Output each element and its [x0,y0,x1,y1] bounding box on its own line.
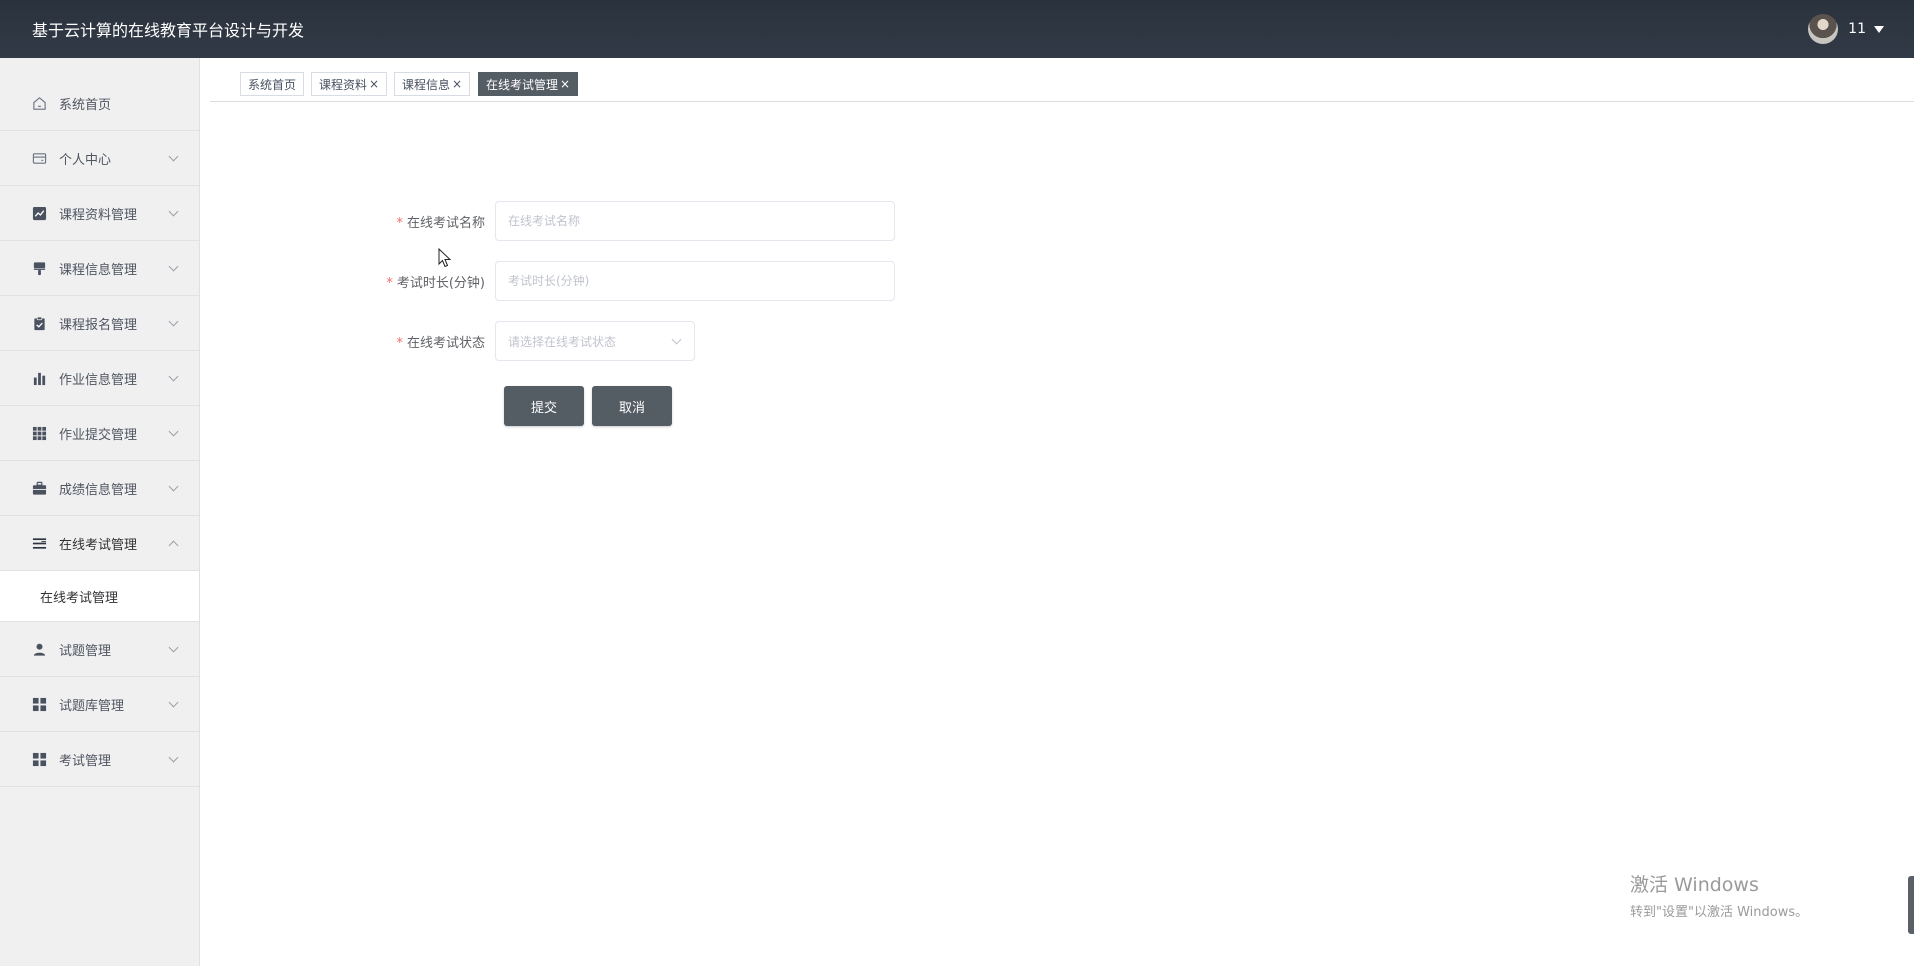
sidebar-item-label: 课程信息管理 [59,262,138,278]
list-icon [31,535,47,551]
top-header: 基于云计算的在线教育平台设计与开发 11 [0,0,1914,58]
cancel-button[interactable]: 取消 [592,386,672,426]
username[interactable]: 11 [1848,21,1866,37]
status-label: * 在线考试状态 [225,332,495,351]
sidebar-item-homework-info[interactable]: 作业信息管理 [0,351,199,406]
mouse-cursor-icon [438,247,452,272]
sidebar-item-label: 作业提交管理 [59,427,138,443]
user-menu[interactable]: 11 [1808,14,1884,44]
chevron-down-icon [168,481,179,492]
briefcase-icon [31,480,47,496]
wallet-icon [31,150,47,166]
chart-line-icon [31,205,47,221]
sidebar-item-label: 系统首页 [59,97,112,113]
app-title: 基于云计算的在线教育平台设计与开发 [32,21,305,40]
sidebar-item-question[interactable]: 试题管理 [0,622,199,677]
form-item-duration: * 考试时长(分钟) [225,261,895,301]
form-item-status: * 在线考试状态 请选择在线考试状态 [225,321,695,361]
sidebar-item-home[interactable]: 系统首页 [0,76,199,131]
caret-down-icon[interactable] [1874,25,1884,33]
exam-name-input[interactable] [495,201,895,241]
tab-online-exam[interactable]: 在线考试管理 × [478,72,579,96]
chevron-down-icon [168,752,179,763]
windows-activation-watermark: 激活 Windows 转到"设置"以激活 Windows。 [1630,870,1808,920]
sidebar-item-online-exam[interactable]: 在线考试管理 [0,516,199,571]
home-icon [31,95,47,111]
apps-icon [31,696,47,712]
sidebar-item-exam[interactable]: 考试管理 [0,732,199,787]
sidebar: 系统首页 个人中心 课程资料管理 课程信息管理 课程报名管理 作业信息管理 作业… [0,58,200,966]
avatar[interactable] [1808,14,1839,44]
chevron-down-icon [168,371,179,382]
required-asterisk: * [396,335,403,351]
chevron-down-icon [168,261,179,272]
chevron-down-icon [168,697,179,708]
sidebar-item-course-enrollment[interactable]: 课程报名管理 [0,296,199,351]
duration-label-text: 考试时长(分钟) [396,275,485,291]
sidebar-item-label: 考试管理 [59,753,112,769]
duration-input[interactable] [495,261,895,301]
chevron-down-icon [671,334,682,345]
user-icon [31,641,47,657]
tab-course-materials[interactable]: 课程资料 × [311,72,388,96]
brush-icon [31,260,47,276]
sidebar-item-label: 个人中心 [59,152,112,168]
clipboard-icon [31,315,47,331]
close-icon[interactable]: × [452,77,462,91]
tab-label: 系统首页 [248,77,297,92]
bar-chart-icon [31,370,47,386]
submenu-item-label: 在线考试管理 [40,590,119,606]
apps-icon [31,751,47,767]
close-icon[interactable]: × [560,77,570,91]
grid-icon [31,425,47,441]
submit-button[interactable]: 提交 [504,386,584,426]
close-icon[interactable]: × [369,77,379,91]
tab-home[interactable]: 系统首页 [240,72,305,96]
status-select-placeholder: 请选择在线考试状态 [508,334,617,349]
required-asterisk: * [386,275,393,291]
scroll-handle[interactable] [1908,876,1914,934]
sidebar-item-label: 课程报名管理 [59,317,138,333]
chevron-up-icon [168,540,179,551]
form-item-exam-name: * 在线考试名称 [225,201,895,241]
duration-label: * 考试时长(分钟) [225,272,495,291]
chevron-down-icon [168,642,179,653]
tab-course-info[interactable]: 课程信息 × [394,72,471,96]
exam-name-label: * 在线考试名称 [225,212,495,231]
chevron-down-icon [168,206,179,217]
tags-view: 系统首页 课程资料 × 课程信息 × 在线考试管理 × [210,58,1914,102]
sidebar-item-label: 在线考试管理 [59,537,138,553]
required-asterisk: * [396,215,403,231]
sidebar-item-label: 试题库管理 [59,698,125,714]
tab-label: 在线考试管理 [486,77,559,92]
chevron-down-icon [168,151,179,162]
sidebar-item-question-bank[interactable]: 试题库管理 [0,677,199,732]
status-label-text: 在线考试状态 [406,335,485,351]
tab-label: 课程资料 [319,77,368,92]
sidebar-item-label: 试题管理 [59,643,112,659]
watermark-subtitle: 转到"设置"以激活 Windows。 [1630,905,1809,920]
watermark-title: 激活 Windows [1630,874,1759,896]
submenu-item-online-exam[interactable]: 在线考试管理 [0,571,199,622]
sidebar-item-grade-info[interactable]: 成绩信息管理 [0,461,199,516]
sidebar-item-label: 课程资料管理 [59,207,138,223]
chevron-down-icon [168,316,179,327]
sidebar-item-personal-center[interactable]: 个人中心 [0,131,199,186]
exam-name-label-text: 在线考试名称 [406,215,485,231]
tab-label: 课程信息 [402,77,451,92]
status-select[interactable]: 请选择在线考试状态 [495,321,695,361]
sidebar-item-homework-submission[interactable]: 作业提交管理 [0,406,199,461]
sidebar-item-course-info[interactable]: 课程信息管理 [0,241,199,296]
sidebar-item-label: 作业信息管理 [59,372,138,388]
sidebar-item-label: 成绩信息管理 [59,482,138,498]
chevron-down-icon [168,426,179,437]
sidebar-item-course-materials[interactable]: 课程资料管理 [0,186,199,241]
